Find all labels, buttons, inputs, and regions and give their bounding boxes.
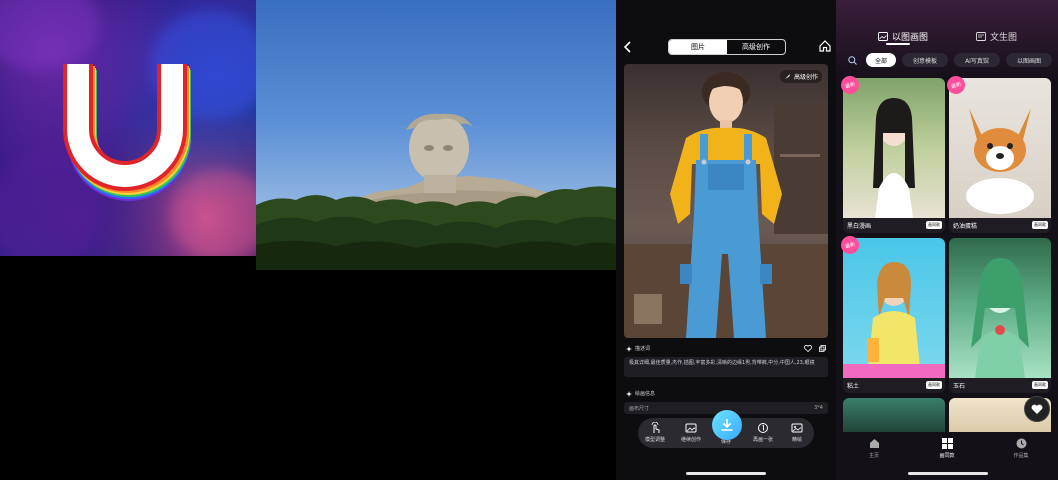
landscape-photo [256,0,616,270]
advanced-create-label: 高级创作 [793,74,818,81]
hand-tap-icon [651,422,660,433]
brush-icon [784,73,791,80]
sparkle-icon [626,390,632,397]
screenshot-collage: 图片 高级创作 高级创作 描述词 极其详细,最佳质量,杰作,插图,丰富多彩,清晰… [0,0,1058,480]
tab-txt2img-label: 文生图 [990,33,1018,43]
favorites-button[interactable] [1024,396,1050,422]
chip-ai-portrait[interactable]: AI写真馆 [954,53,1000,67]
template-card[interactable]: 黑白漫画 画同款 [843,78,945,233]
card-tag[interactable]: 画同款 [1032,221,1048,229]
nav-same[interactable]: 画同款 [927,438,967,459]
image-detail-screen: 图片 高级创作 高级创作 描述词 极其详细,最佳质量,杰作,插图,丰富多彩,清晰… [616,0,836,480]
grid-icon [941,438,953,449]
advanced-create-button[interactable]: 高级创作 [779,70,822,83]
card-caption: 粘土 [847,383,860,390]
logo-artwork [0,0,256,256]
template-card[interactable]: 玉石 画同款 [949,238,1051,393]
card-image [949,238,1051,378]
template-card[interactable]: 粘土 画同款 [843,238,945,393]
header-gradient [836,0,1058,80]
generated-image[interactable]: 高级创作 [624,64,828,338]
card-image [949,78,1051,218]
image-edit-icon [685,423,697,433]
hd-button[interactable]: 精绘 [784,422,810,443]
picture-icon [791,423,803,433]
sparkle-icon [626,345,632,352]
card-tag[interactable]: 画同款 [926,381,942,389]
tab-img2img-label: 以图画图 [892,33,929,43]
tab-image[interactable]: 图片 [669,40,727,54]
fine-tune-label: 模型调整 [644,437,665,443]
card-caption: 玉石 [953,383,966,390]
nav-home[interactable]: 主页 [854,438,894,459]
heart-icon[interactable] [804,345,812,352]
continue-create-button[interactable]: 继续创作 [678,422,704,443]
fine-tune-button[interactable]: 模型调整 [642,422,668,443]
prompt-section-header: 描述词 [626,345,650,352]
back-arrow-icon[interactable] [624,41,632,53]
continue-create-label: 继续创作 [680,437,701,443]
chip-img2img[interactable]: 以图画图 [1006,53,1052,67]
nav-works-label: 作品集 [1013,453,1029,459]
gallery-screen: 以图画图 文生图 全部 创意模板 AI写真馆 以图画图 黑白漫画 画同款 最新 … [836,0,1058,480]
clock-icon [1016,438,1026,449]
params-section-label: 绘画信息 [635,391,656,397]
param-size-value: 3*4 [814,405,823,411]
heart-icon [1031,404,1043,414]
prompt-section-label: 描述词 [635,346,651,352]
search-icon[interactable] [848,56,857,65]
param-size-label: 画布尺寸 [629,405,650,412]
card-tag[interactable]: 画同款 [926,221,942,229]
home-indicator [908,472,988,475]
redraw-icon [758,423,768,433]
card-caption: 奶油蛋糕 [953,223,978,230]
tab-advanced[interactable]: 高级创作 [727,40,785,54]
image-icon [878,32,888,41]
nav-home-label: 主页 [868,453,879,459]
save-button[interactable] [712,410,742,440]
download-icon [721,419,733,431]
redraw-button[interactable]: 再画一张 [750,422,776,443]
params-section-header: 绘画信息 [626,390,655,397]
text-image-icon [976,32,986,41]
home-indicator [686,472,766,475]
tab-img2img[interactable]: 以图画图 [878,30,928,43]
home-icon [869,439,879,448]
u-logo-icon [63,64,191,201]
segment-control: 图片 高级创作 [668,39,786,55]
redraw-label: 再画一张 [752,437,773,443]
card-image [843,238,945,378]
card-caption: 黑白漫画 [847,223,872,230]
active-tab-indicator [886,43,910,45]
template-card[interactable]: 奶油蛋糕 画同款 [949,78,1051,233]
nav-works[interactable]: 作品集 [1001,438,1041,459]
tab-txt2img[interactable]: 文生图 [976,30,1017,43]
card-tag[interactable]: 画同款 [1032,381,1048,389]
hd-label: 精绘 [791,437,802,443]
nav-same-label: 画同款 [939,453,955,459]
chip-templates[interactable]: 创意模板 [902,53,948,67]
card-image [843,78,945,218]
copy-icon[interactable] [819,345,826,352]
chip-all[interactable]: 全部 [866,53,896,67]
prompt-text: 极其详细,最佳质量,杰作,插图,丰富多彩,清晰的边缘1男,背带裤,中分,中国人,… [624,357,828,377]
home-icon[interactable] [819,40,831,52]
